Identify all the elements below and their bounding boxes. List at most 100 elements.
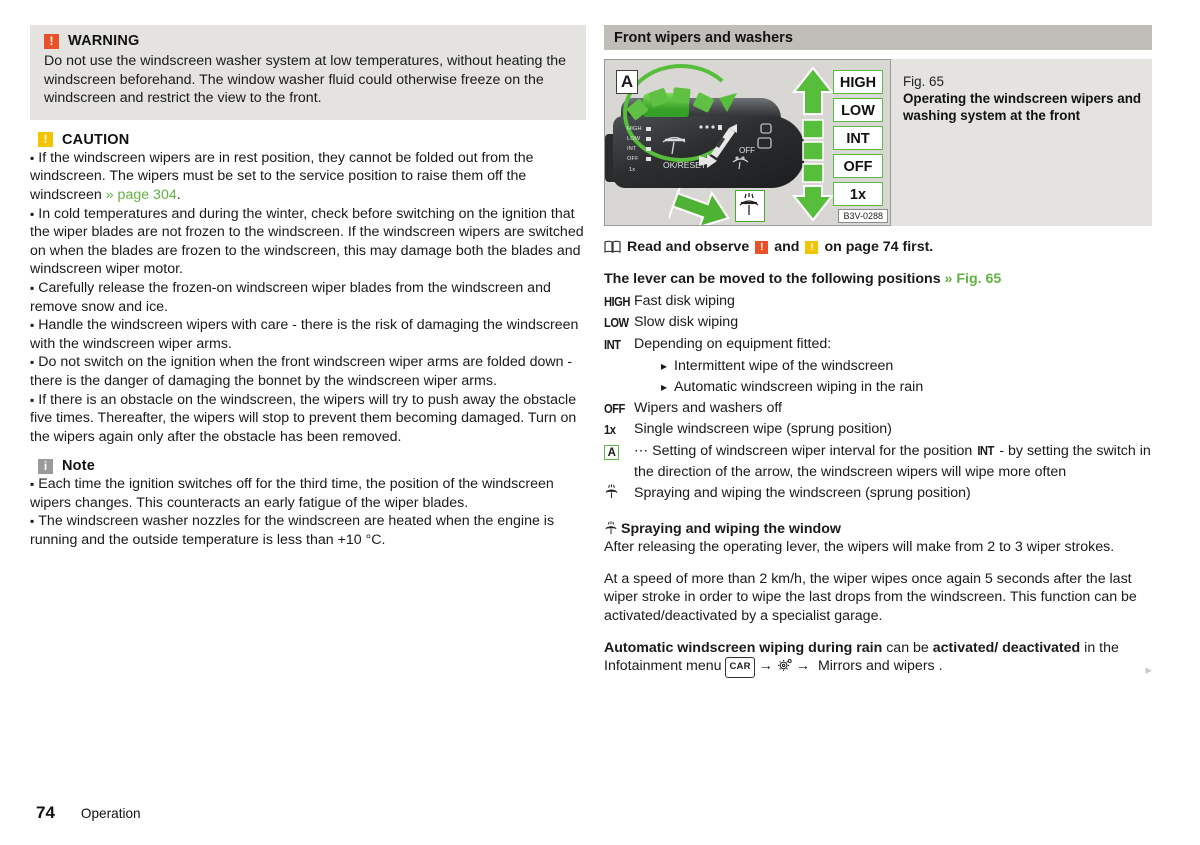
caution-title: CAUTION xyxy=(62,131,130,148)
figure-callout-A-label: A xyxy=(616,70,638,94)
position-row-A: A ⋯ Setting of windscreen wiper interval… xyxy=(604,441,1152,483)
caution-callout: ! CAUTION If the windscreen wipers are i… xyxy=(30,132,586,447)
position-sub-text: Automatic windscreen wiping in the rain xyxy=(674,378,924,395)
callout-A-badge: A xyxy=(604,445,619,461)
warning-badge-icon: ! xyxy=(44,33,59,49)
washer-spray-icon xyxy=(605,520,617,534)
page-number: 74 xyxy=(36,803,55,822)
spray-paragraph-2: At a speed of more than 2 km/h, the wipe… xyxy=(604,570,1137,624)
caution-bullet: Carefully release the frozen-on windscre… xyxy=(30,279,586,316)
position-label-off: OFF xyxy=(833,154,883,178)
spray-heading-text: Spraying and wiping the window xyxy=(621,520,841,537)
position-key-1x: 1x xyxy=(604,422,616,438)
position-value-low: Slow disk wiping xyxy=(634,314,739,331)
washer-highlight-box xyxy=(735,190,765,222)
section-header-bar: Front wipers and washers xyxy=(604,25,1152,50)
position-row-int: INT Depending on equipment fitted: xyxy=(604,334,1152,356)
caution-bullet-list: If the windscreen wipers are in rest pos… xyxy=(30,149,586,447)
lead-in-text: The lever can be moved to the following … xyxy=(604,271,945,287)
warning-header: ! WARNING xyxy=(44,33,572,49)
lever-washer-icon xyxy=(732,156,749,170)
continuation-marker-icon: ▸ xyxy=(1145,662,1152,677)
info-badge-icon: i xyxy=(38,458,53,474)
auto-wipe-menu-path: Mirrors and wipers . xyxy=(814,658,943,675)
caution-bullet-text-after: . xyxy=(176,186,181,203)
caution-bullet-text: In cold temperatures and during the wint… xyxy=(30,205,584,278)
page-footer: 74 Operation xyxy=(36,803,141,823)
caution-bullet-text: Carefully release the frozen-on windscre… xyxy=(30,279,551,315)
auto-wipe-arrow-2: → xyxy=(795,658,811,675)
figure-illustration: A HIGH LOW INT OFF 1x OFF OK/RESET T HIG… xyxy=(604,59,891,226)
caution-bullet: Do not switch on the ignition when the f… xyxy=(30,353,586,390)
gear-icon xyxy=(777,659,792,672)
position-row-washer: Spraying and wiping the windscreen (spru… xyxy=(604,483,1152,506)
positions-lead-in: The lever can be moved to the following … xyxy=(604,270,1152,289)
washer-spray-icon xyxy=(605,484,618,498)
position-value-A: ⋯ Setting of windscreen wiper interval f… xyxy=(634,441,1152,483)
position-key-low: LOW xyxy=(604,315,629,331)
position-row-low: LOW Slow disk wiping xyxy=(604,312,1152,334)
position-key-off: OFF xyxy=(604,400,625,416)
read-observe-suffix: on page 74 first. xyxy=(824,239,934,255)
warning-body: Do not use the windscreen washer system … xyxy=(44,53,567,107)
wiper-symbol-icon xyxy=(662,136,686,155)
note-title: Note xyxy=(62,458,96,475)
page-cross-reference-link[interactable]: » page 304 xyxy=(106,187,177,203)
position-label-column: HIGH LOW INT OFF 1x xyxy=(833,70,885,210)
auto-wipe-arrow-1: → xyxy=(758,658,773,675)
position-direction-arrows xyxy=(791,66,835,222)
figure-65-container: A HIGH LOW INT OFF 1x OFF OK/RESET T HIG… xyxy=(604,59,1152,226)
position-sub-item: Intermittent wipe of the windscreen xyxy=(604,356,1152,377)
position-key-high: HIGH xyxy=(604,293,630,309)
read-observe-mid: and xyxy=(774,239,800,255)
position-value-washer: Spraying and wiping the windscreen (spru… xyxy=(634,484,971,501)
warning-callout: ! WARNING Do not use the windscreen wash… xyxy=(30,25,586,120)
read-and-observe-line: Read and observe ! and ! on page 74 firs… xyxy=(604,238,1152,256)
position-row-off: OFF Wipers and washers off xyxy=(604,398,1152,420)
caution-bullet-text: Do not switch on the ignition when the f… xyxy=(30,354,573,389)
triangle-bullet-icon xyxy=(661,377,667,398)
warning-badge-icon-inline: ! xyxy=(755,240,769,254)
figure-description: Operating the windscreen wipers and wash… xyxy=(903,91,1142,123)
figure-cross-reference-link[interactable]: » Fig. 65 xyxy=(945,271,1002,287)
lever-off-text: OFF xyxy=(739,146,755,155)
position-label-high: HIGH xyxy=(833,70,883,94)
position-value-high: Fast disk wiping xyxy=(634,292,735,309)
car-menu-key[interactable]: CAR xyxy=(725,657,755,678)
position-label-int: INT xyxy=(833,126,883,150)
left-text-column: ! WARNING Do not use the windscreen wash… xyxy=(30,25,586,550)
spray-section-heading: Spraying and wiping the window xyxy=(604,520,1152,539)
triangle-bullet-icon xyxy=(661,356,667,377)
position-value-int: Depending on equipment fitted: xyxy=(634,336,832,353)
position-sub-item: Automatic windscreen wiping in the rain xyxy=(604,377,1152,398)
note-bullet: Each time the ignition switches off for … xyxy=(30,475,586,512)
caution-bullet: Handle the windscreen wipers with care -… xyxy=(30,316,586,353)
note-bullet-text: Each time the ignition switches off for … xyxy=(30,476,554,511)
interval-dots-glyph: ⋯ Setting of windscreen wiper interval f… xyxy=(634,443,977,460)
auto-wipe-text-1: can be xyxy=(882,639,933,656)
note-bullet: The windscreen washer nozzles for the wi… xyxy=(30,512,586,549)
warning-title: WARNING xyxy=(68,33,140,49)
position-sub-text: Intermittent wipe of the windscreen xyxy=(674,357,894,374)
book-icon xyxy=(604,240,621,253)
section-title: Front wipers and washers xyxy=(614,29,793,46)
position-value-1x: Single windscreen wipe (sprung position) xyxy=(634,421,892,438)
position-key-washer xyxy=(604,483,634,506)
lever-ok-reset-text: OK/RESET xyxy=(663,160,706,170)
auto-wipe-term: Automatic windscreen wiping during rain xyxy=(604,639,883,656)
position-label-1x: 1x xyxy=(833,182,883,206)
figure-number: Fig. 65 xyxy=(903,74,944,89)
note-callout: i Note Each time the ignition switches o… xyxy=(30,458,586,549)
caution-badge-icon-inline: ! xyxy=(805,240,819,254)
figure-caption: Fig. 65 Operating the windscreen wipers … xyxy=(891,59,1152,226)
spray-paragraph-1: After releasing the operating lever, the… xyxy=(604,539,1115,556)
washer-spray-icon xyxy=(739,193,759,215)
mirror-symbol-icon xyxy=(757,123,772,149)
position-row-1x: 1x Single windscreen wipe (sprung positi… xyxy=(604,419,1152,441)
caution-badge-icon: ! xyxy=(38,132,53,148)
lever-glyph-group: OFF OK/RESET xyxy=(662,123,772,170)
position-row-high: HIGH Fast disk wiping xyxy=(604,291,1152,313)
caution-bullet: In cold temperatures and during the wint… xyxy=(30,205,586,279)
right-content-column: Front wipers and washers A HIGH LOW INT … xyxy=(604,25,1152,678)
note-header: i Note xyxy=(30,458,586,474)
